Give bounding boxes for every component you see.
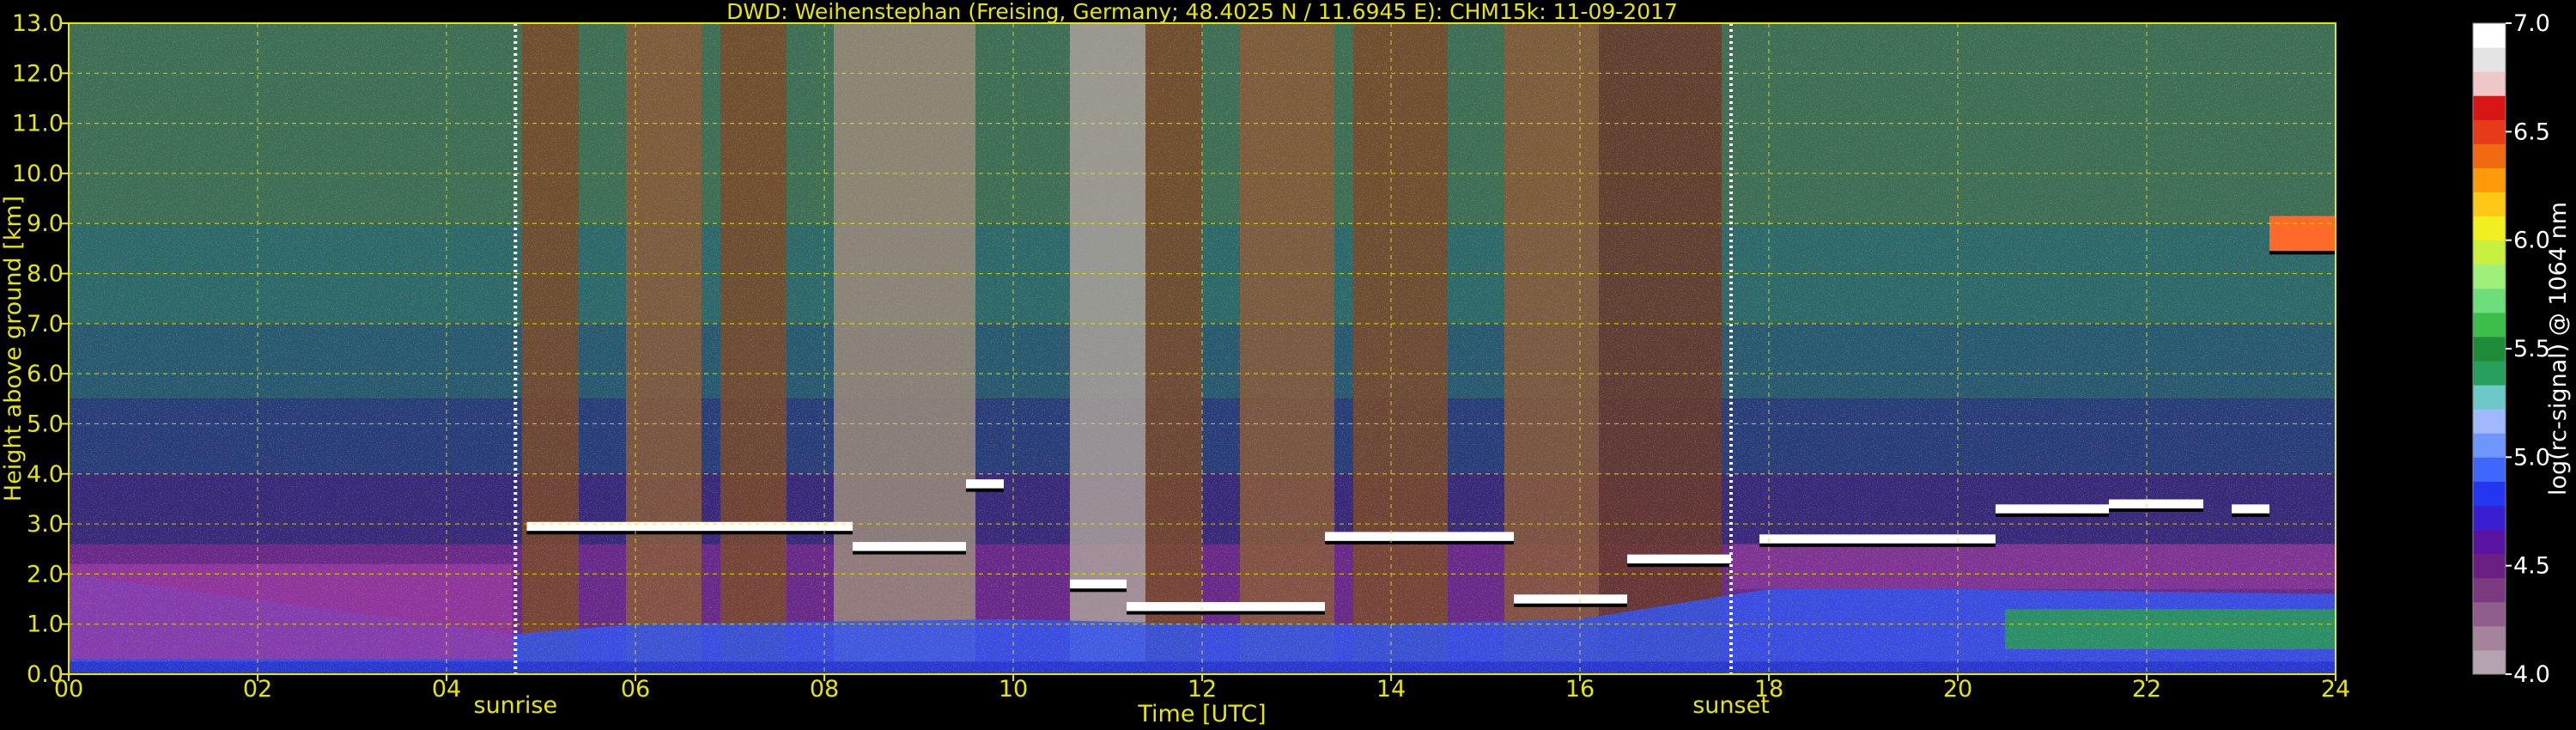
colorbar-tick-label: 4.0 [2513, 661, 2550, 688]
colorbar-segment [2473, 23, 2506, 48]
y-tick-label: 2.0 [27, 561, 64, 587]
colorbar-segment [2473, 505, 2506, 531]
cloud-layer-base [1127, 611, 1325, 615]
colorbar-segment [2473, 601, 2506, 627]
cloud-layer-base [2232, 513, 2269, 517]
cloud-layer-base [2109, 508, 2203, 513]
cloud-layer [1127, 602, 1325, 611]
y-tick-label: 7.0 [27, 311, 64, 338]
x-tick-label: 06 [621, 676, 650, 703]
cloud-layer [1325, 532, 1514, 541]
x-axis-label: Time [UTC] [1137, 701, 1266, 727]
colorbar-segment [2473, 649, 2506, 675]
colorbar-segment [2473, 216, 2506, 241]
colorbar-segment [2473, 553, 2506, 579]
y-tick-label: 9.0 [27, 210, 64, 237]
y-tick-label: 5.0 [27, 411, 64, 437]
cloud-layer [1514, 594, 1627, 604]
cloud-layer [2109, 499, 2203, 509]
y-tick-label: 3.0 [27, 511, 64, 538]
x-tick-label: 14 [1376, 676, 1406, 703]
colorbar-segment [2473, 385, 2506, 410]
cloud-layer-base [1070, 588, 1127, 593]
colorbar-segment [2473, 264, 2506, 289]
colorbar-segment [2473, 312, 2506, 338]
y-tick-label: 0.0 [27, 661, 64, 688]
plot-area [68, 22, 2336, 675]
colorbar-segment [2473, 192, 2506, 217]
cloud-layer [1627, 554, 1731, 564]
colorbar-segment [2473, 71, 2506, 96]
colorbar-segment [2473, 409, 2506, 434]
colorbar-segment [2473, 481, 2506, 506]
x-tick-label: 04 [432, 676, 461, 703]
colorbar-segment [2473, 95, 2506, 120]
y-tick-label: 6.0 [27, 361, 64, 387]
x-tick-label: 22 [2132, 676, 2161, 703]
y-tick-label: 13.0 [12, 10, 64, 37]
ceilometer-chart: 00 02 04 06 08 10 12 14 16 18 20 22 24 0.01.02.03.04… [0, 0, 2576, 730]
cloud-layer-base [853, 551, 966, 555]
colorbar-tick-label: 4.5 [2513, 553, 2550, 580]
y-tick-label: 10.0 [12, 161, 64, 187]
cloud-layer-base [1325, 540, 1514, 544]
colorbar-segment [2473, 240, 2506, 265]
colorbar-segment [2473, 336, 2506, 362]
x-tick-label: 02 [243, 676, 272, 703]
y-tick-label: 4.0 [27, 461, 64, 488]
colorbar-segment [2473, 625, 2506, 651]
colorbar-label: log(rc-signal) @ 1064 nm [2545, 202, 2572, 496]
colorbar-segment [2473, 143, 2506, 168]
x-tick-label: 24 [2321, 676, 2350, 703]
y-tick-label: 12.0 [12, 60, 64, 87]
colorbar-segment [2473, 288, 2506, 313]
event-label-sunrise: sunrise [474, 692, 558, 719]
cloud-layer [1759, 534, 1996, 544]
x-tick-label: 12 [1188, 676, 1217, 703]
event-label-sunset: sunset [1692, 692, 1770, 719]
cloud-layer [2269, 216, 2336, 252]
y-axis-label: Height above ground [km] [0, 196, 27, 502]
cloud-layer-base [1759, 543, 1996, 547]
x-tick-label: 16 [1565, 676, 1595, 703]
cloud-layer [966, 479, 1004, 489]
colorbar-segment [2473, 361, 2506, 386]
x-tick-label: 20 [1943, 676, 1972, 703]
colorbar-tick-label: 6.5 [2513, 119, 2550, 145]
y-tick-label: 1.0 [27, 611, 64, 638]
x-tick-label: 08 [810, 676, 839, 703]
cloud-layer-base [1514, 603, 1627, 607]
cloud-layer [1070, 579, 1127, 589]
colorbar-segment [2473, 457, 2506, 482]
colorbar-tick-label: 7.0 [2513, 10, 2550, 37]
cloud-layer-base [966, 488, 1004, 492]
colorbar-segment [2473, 529, 2506, 555]
x-tick-label: 10 [999, 676, 1028, 703]
cloud-layer-base [2269, 251, 2336, 255]
cloud-layer-base [1627, 563, 1731, 568]
cloud-layer [2232, 504, 2269, 514]
chart-title: DWD: Weihenstephan (Freising, Germany; 4… [726, 0, 1678, 24]
colorbar-segment [2473, 167, 2506, 193]
y-tick-label: 8.0 [27, 261, 64, 288]
cloud-layer [526, 521, 853, 532]
cloud-layer [853, 542, 966, 551]
colorbar-segment [2473, 119, 2506, 144]
colorbar-segment [2473, 577, 2506, 603]
y-tick-label: 11.0 [12, 111, 64, 137]
cloud-layer-base [526, 531, 853, 535]
colorbar-segment [2473, 47, 2506, 72]
colorbar-segments [2473, 23, 2506, 675]
cloud-layer-base [1996, 513, 2109, 517]
cloud-layer [1996, 504, 2109, 514]
colorbar-segment [2473, 433, 2506, 458]
